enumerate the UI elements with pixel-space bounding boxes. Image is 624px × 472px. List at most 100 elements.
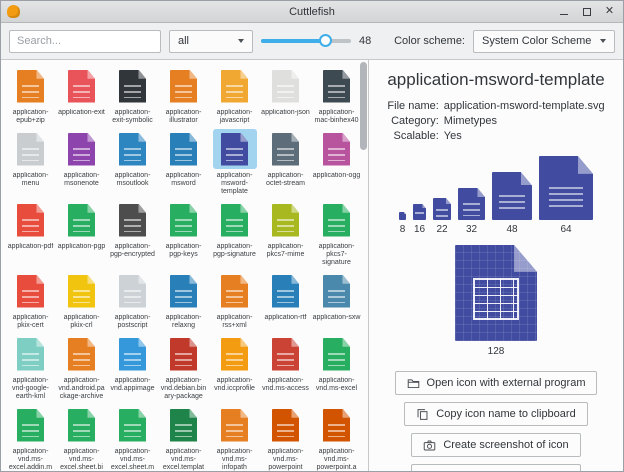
toolbar: all 48 Color scheme: System Color Scheme xyxy=(1,23,623,60)
icon-label: application-vnd.ms-excel.sheet.m xyxy=(108,448,157,471)
icon-grid-item[interactable]: application-pkcs7-mime xyxy=(260,199,311,268)
icon-grid-item[interactable]: application-javascript xyxy=(209,65,260,126)
file-type-icon xyxy=(315,334,359,374)
icon-size-slider[interactable] xyxy=(261,30,351,52)
create-screenshot-of-icon-button[interactable]: Create screenshot of icon xyxy=(411,433,580,457)
icon-grid-item[interactable]: application-pgp-encrypted xyxy=(107,199,158,268)
icon-grid-item[interactable]: application-vnd.ms-powerpoint xyxy=(260,404,311,471)
icon-label: application-pgp-signature xyxy=(210,243,259,259)
icon-grid-item[interactable]: application-exit xyxy=(56,65,107,126)
icon-grid-item[interactable]: application-vnd.ms-infopath xyxy=(209,404,260,471)
icon-label: application-relaxng xyxy=(159,314,208,330)
color-scheme-dropdown-value: System Color Scheme xyxy=(482,35,591,47)
file-type-icon xyxy=(264,129,308,169)
template-table-glyph xyxy=(473,278,519,320)
copy-icon-name-to-clipboard-button[interactable]: Copy icon name to clipboard xyxy=(404,402,587,426)
minimize-button[interactable] xyxy=(556,4,571,19)
cuttlefish-app-icon[interactable] xyxy=(7,5,20,18)
icon-grid-item[interactable]: application-pkix-cert xyxy=(5,270,56,331)
file-type-icon xyxy=(162,334,206,374)
icon-grid-item[interactable]: application-postscript xyxy=(107,270,158,331)
icon-grid-item[interactable]: application-vnd-google-earth-kml xyxy=(5,333,56,402)
icon-grid-item[interactable]: application-vnd.ms-excel.addin.m xyxy=(5,404,56,471)
icon-grid-item[interactable]: application-epub+zip xyxy=(5,65,56,126)
icon-label: application-vnd.ms-excel.sheet.bi xyxy=(57,448,106,471)
icon-grid-item[interactable]: application-vnd.ms-excel.sheet.m xyxy=(107,404,158,471)
view-themes-icon xyxy=(423,470,436,472)
details-panel: application-msword-template File name:ap… xyxy=(369,60,623,471)
icon-grid-item[interactable]: application-pgp-keys xyxy=(158,199,209,268)
slider-handle[interactable] xyxy=(319,34,332,47)
icon-grid-item[interactable]: application-pkcs7-signature xyxy=(311,199,362,268)
search-input[interactable] xyxy=(9,30,161,53)
icon-grid-item[interactable]: application-sxw xyxy=(311,270,362,331)
icon-grid-item[interactable]: application-vnd.android.package-archive xyxy=(56,333,107,402)
size-preview-16: 16 xyxy=(413,204,426,235)
icon-grid-item[interactable]: application-ogg xyxy=(311,128,362,197)
icon-grid-item[interactable]: application-json xyxy=(260,65,311,126)
scrollbar[interactable] xyxy=(359,61,367,470)
icon-grid-item[interactable]: application-vnd.iccprofile xyxy=(209,333,260,402)
scrollbar-thumb[interactable] xyxy=(360,62,367,150)
icon-grid-item[interactable]: application-octet-stream xyxy=(260,128,311,197)
file-type-icon xyxy=(213,66,257,106)
file-type-icon xyxy=(60,271,104,311)
icon-grid-item[interactable]: application-msword-template xyxy=(209,128,260,197)
icon-grid-item[interactable]: application-msonenote xyxy=(56,128,107,197)
icon-grid-item[interactable]: application-vnd.debian.binary-package xyxy=(158,333,209,402)
icon-label: application-msword-template xyxy=(210,172,259,196)
icon-grid-item[interactable]: application-vnd.ms-excel.templat xyxy=(158,404,209,471)
field-label: Category: xyxy=(387,115,438,127)
view-icon-in-other-themes-button[interactable]: View icon in other themes xyxy=(411,464,581,471)
file-type-icon xyxy=(60,66,104,106)
file-type-icon xyxy=(315,405,359,445)
icon-label: application-vnd.iccprofile xyxy=(210,377,259,393)
large-preview: 128 xyxy=(455,245,537,357)
icon-label: application-exit-symbolic xyxy=(108,109,157,125)
icon-grid-item[interactable]: application-vnd.ms-powerpoint.a xyxy=(311,404,362,471)
icon-preview-128 xyxy=(455,245,537,341)
file-type-icon xyxy=(111,405,155,445)
icon-grid-item[interactable]: application-msoutlook xyxy=(107,128,158,197)
icon-grid-item[interactable]: application-pdf xyxy=(5,199,56,268)
icon-grid-item[interactable]: application-mac-binhex40 xyxy=(311,65,362,126)
icon-label: application-pgp-encrypted xyxy=(108,243,157,259)
file-type-icon xyxy=(9,129,53,169)
icon-grid: application-epub+zipapplication-exitappl… xyxy=(1,60,368,471)
slider-fill xyxy=(261,39,326,43)
close-button[interactable]: ✕ xyxy=(602,4,617,19)
file-type-icon xyxy=(213,200,257,240)
field-label: File name: xyxy=(387,100,438,112)
icon-grid-item[interactable]: application-vnd.ms-access xyxy=(260,333,311,402)
icon-grid-item[interactable]: application-pgp xyxy=(56,199,107,268)
icon-grid-item[interactable]: application-exit-symbolic xyxy=(107,65,158,126)
file-type-icon xyxy=(9,405,53,445)
file-type-icon xyxy=(111,129,155,169)
file-type-icon xyxy=(162,200,206,240)
open-icon-with-external-program-button[interactable]: Open icon with external program xyxy=(395,371,598,395)
icon-label: application-postscript xyxy=(108,314,157,330)
color-scheme-label: Color scheme: xyxy=(394,35,465,47)
file-type-icon xyxy=(9,200,53,240)
maximize-button[interactable] xyxy=(579,4,594,19)
file-type-icon xyxy=(213,129,257,169)
icon-grid-item[interactable]: application-relaxng xyxy=(158,270,209,331)
icon-grid-item[interactable]: application-vnd.appimage xyxy=(107,333,158,402)
file-type-icon xyxy=(162,66,206,106)
icon-grid-item[interactable]: application-rtf xyxy=(260,270,311,331)
icon-grid-item[interactable]: application-rss+xml xyxy=(209,270,260,331)
icon-label: application-pkcs7-signature xyxy=(312,243,361,267)
icon-grid-item[interactable]: application-pkix-crl xyxy=(56,270,107,331)
file-type-icon xyxy=(264,66,308,106)
icon-grid-item[interactable]: application-vnd.ms-excel xyxy=(311,333,362,402)
icon-grid-item[interactable]: application-pgp-signature xyxy=(209,199,260,268)
file-type-icon xyxy=(60,405,104,445)
icon-grid-item[interactable]: application-msword xyxy=(158,128,209,197)
category-dropdown[interactable]: all xyxy=(169,30,253,53)
file-type-icon xyxy=(60,200,104,240)
color-scheme-dropdown[interactable]: System Color Scheme xyxy=(473,30,615,53)
icon-grid-item[interactable]: application-vnd.ms-excel.sheet.bi xyxy=(56,404,107,471)
icon-grid-item[interactable]: application-illustrator xyxy=(158,65,209,126)
icon-label: application-pgp-keys xyxy=(159,243,208,259)
icon-grid-item[interactable]: application-menu xyxy=(5,128,56,197)
